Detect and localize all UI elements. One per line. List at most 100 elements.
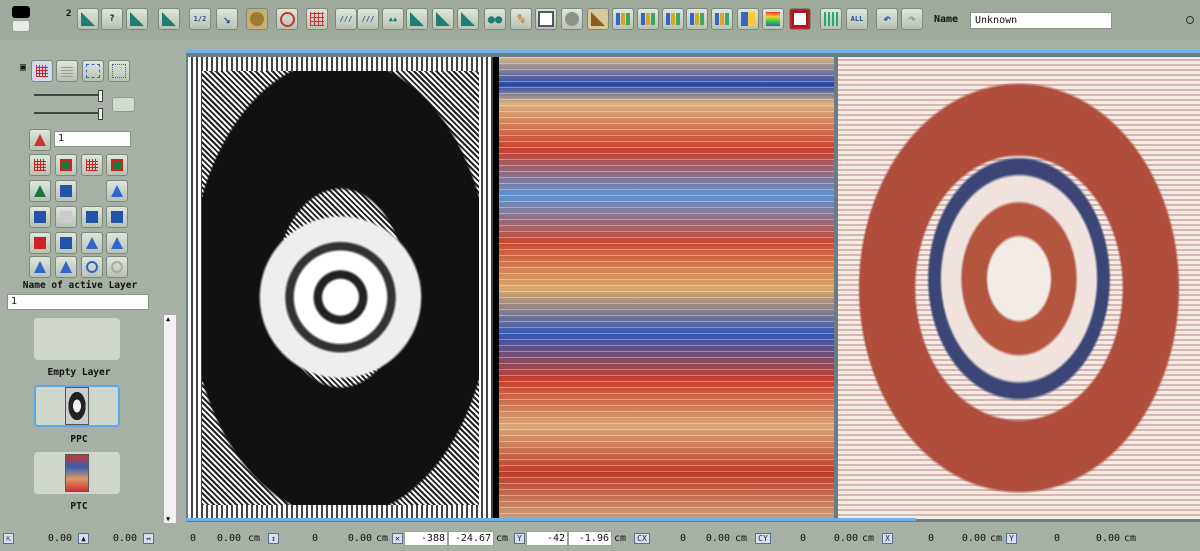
pen-tool-button[interactable] — [126, 8, 148, 30]
bracket2-button[interactable] — [106, 206, 128, 228]
upload-layer-button[interactable] — [81, 232, 103, 254]
status-pos-y-cm[interactable]: -1.96 — [568, 531, 612, 546]
picture-frame-button[interactable] — [789, 8, 811, 30]
refresh-icon — [279, 11, 295, 27]
refresh-button[interactable] — [276, 8, 298, 30]
hand-button[interactable] — [587, 8, 609, 30]
delete-layer-icon — [34, 237, 46, 249]
people-button[interactable]: ●● — [484, 8, 506, 30]
add-layer-button[interactable] — [29, 256, 51, 278]
stack-layer-button[interactable] — [55, 256, 77, 278]
triangle-icon — [410, 12, 424, 26]
layers-scrollbar[interactable]: ▲ ▼ — [163, 314, 177, 524]
foreground-color-swatch[interactable] — [12, 6, 30, 18]
undo-button[interactable]: ↶ — [876, 8, 898, 30]
bar-chart-3-button[interactable] — [662, 8, 684, 30]
color-help-button[interactable] — [29, 129, 51, 151]
download-layer-button[interactable] — [106, 232, 128, 254]
slider-1[interactable] — [34, 90, 103, 102]
stamp-tool-button[interactable] — [246, 8, 268, 30]
circle-button[interactable] — [561, 8, 583, 30]
status-pos-x-cm[interactable]: -24.67 — [448, 531, 494, 546]
doc-button[interactable] — [29, 206, 51, 228]
delete-layer-button[interactable] — [29, 232, 51, 254]
status-pos-x-px[interactable]: -388 — [404, 531, 448, 546]
slider-2-knob[interactable] — [98, 108, 103, 120]
rug-pattern-faded[interactable] — [838, 57, 1200, 519]
color-index-input[interactable]: 1 — [54, 131, 131, 147]
rainbow-button[interactable] — [762, 8, 784, 30]
layer-thumb-empty[interactable] — [34, 318, 120, 360]
status-pos-y-px[interactable]: -42 — [526, 531, 568, 546]
scroll-down-icon[interactable]: ▼ — [166, 515, 170, 523]
status-height-unit: cm — [376, 533, 389, 544]
stack-layer-icon — [60, 261, 72, 273]
help-button[interactable]: ? — [101, 8, 123, 30]
help-icon: ? — [109, 14, 115, 24]
triangle3-button[interactable] — [457, 8, 479, 30]
lock-button[interactable] — [686, 8, 708, 30]
view-zoom-button[interactable] — [108, 60, 130, 82]
layer-merge-button[interactable] — [106, 154, 128, 176]
ruler-tool-button[interactable]: 1/2 — [189, 8, 211, 30]
view-grid-button[interactable] — [31, 60, 53, 82]
layer-pattern-button[interactable] — [81, 154, 103, 176]
pattern-button[interactable]: ▲▲ — [382, 8, 404, 30]
settings-dot-icon[interactable] — [1186, 16, 1194, 24]
rotate-layer-button[interactable] — [81, 256, 103, 278]
status-x-unit: cm — [990, 533, 1003, 544]
layer-label-ppc: PPC — [70, 434, 88, 445]
slider-2[interactable] — [34, 108, 103, 120]
scroll-up-icon[interactable]: ▲ — [166, 315, 170, 323]
bar-chart-1-button[interactable] — [612, 8, 634, 30]
weave-button[interactable]: /// — [335, 8, 357, 30]
name-input[interactable]: Unknown — [970, 12, 1112, 29]
triangle-button[interactable] — [406, 8, 428, 30]
cat-layer-button[interactable] — [55, 180, 77, 202]
active-layer-input[interactable]: 1 — [7, 294, 149, 310]
lock-chart-button[interactable] — [711, 8, 733, 30]
import-layer-button[interactable] — [55, 232, 77, 254]
lock-icon[interactable]: ▣ — [20, 62, 26, 73]
layer-fill-button[interactable] — [55, 154, 77, 176]
center-x-icon: CX — [634, 533, 650, 544]
rotate-layer-disabled-button[interactable] — [106, 256, 128, 278]
redo-button[interactable]: ↷ — [901, 8, 923, 30]
print-layer-button[interactable] — [106, 180, 128, 202]
bracket2-icon — [111, 211, 123, 223]
diagonal-arrow-button[interactable]: ↘ — [216, 8, 238, 30]
triangle2-button[interactable] — [432, 8, 454, 30]
rotate-layer-disabled-icon — [111, 261, 123, 273]
layer-grid-button[interactable] — [29, 154, 51, 176]
frame-button[interactable] — [535, 8, 557, 30]
background-color-swatch[interactable] — [12, 20, 30, 32]
slider-toggle-button[interactable] — [112, 97, 135, 112]
wand-tool-button[interactable] — [77, 8, 99, 30]
weave2-button[interactable]: /// — [357, 8, 379, 30]
angle-icon: ▲ — [78, 533, 89, 544]
layer-thumb-ptc[interactable] — [34, 452, 120, 494]
canvas-hscroll[interactable] — [186, 518, 916, 521]
status-width-px: 0 — [189, 533, 196, 544]
status-y-unit: cm — [1124, 533, 1137, 544]
rug-pattern-abstract[interactable] — [499, 57, 834, 519]
slider-1-knob[interactable] — [98, 90, 103, 102]
all-button[interactable]: ALL — [846, 8, 868, 30]
status-height-px: 0 — [311, 533, 318, 544]
add-layer-icon — [34, 261, 46, 273]
view-weave-button[interactable] — [56, 60, 78, 82]
grid-button[interactable] — [306, 8, 328, 30]
slash-button[interactable]: % — [510, 8, 532, 30]
rug-pattern-bw[interactable] — [188, 57, 493, 519]
mosaic-button[interactable] — [820, 8, 842, 30]
bracket-button[interactable] — [81, 206, 103, 228]
view-select-button[interactable] — [82, 60, 104, 82]
doc-disabled-button[interactable] — [55, 206, 77, 228]
brush-tool-button[interactable] — [158, 8, 180, 30]
bar-chart-2-button[interactable] — [637, 8, 659, 30]
stamp-icon — [250, 12, 264, 26]
canvas-progress-bar — [186, 50, 1200, 53]
layer-thumb-ppc[interactable] — [34, 385, 120, 427]
color-add-button[interactable] — [737, 8, 759, 30]
stamp-layer-button[interactable] — [29, 180, 51, 202]
